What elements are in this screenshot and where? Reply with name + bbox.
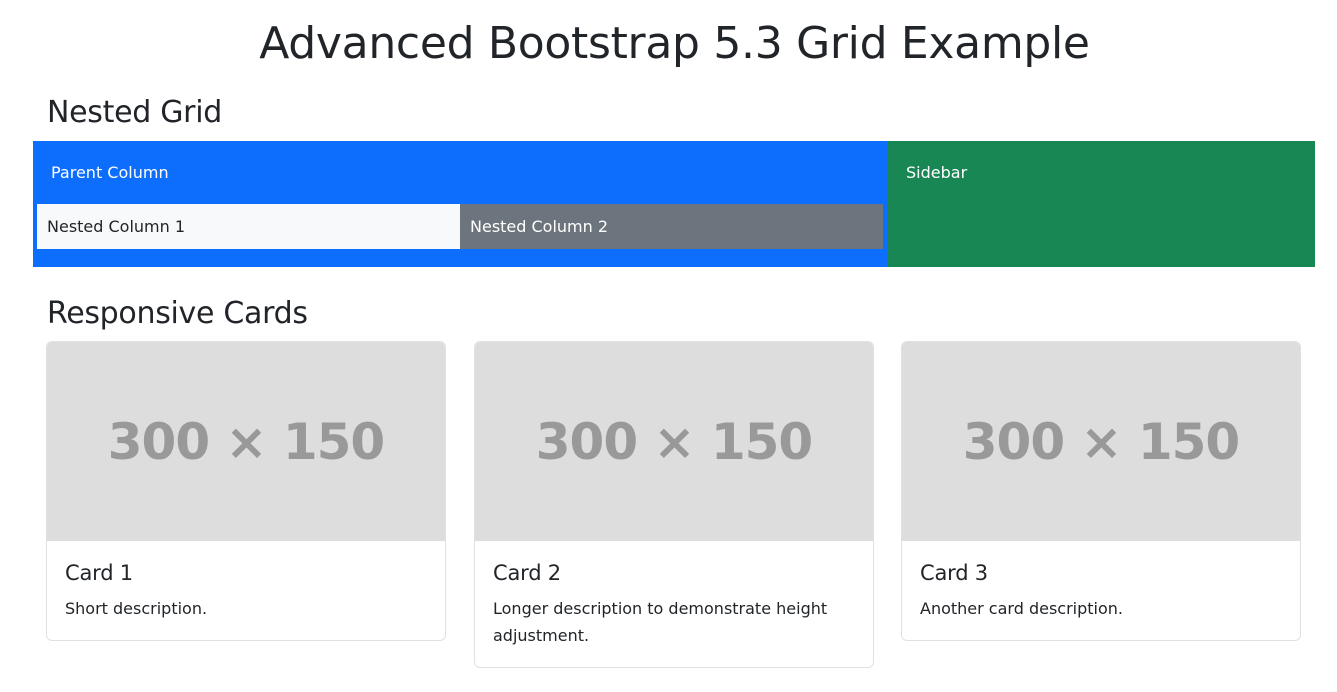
card-title: Card 3 xyxy=(920,561,988,585)
card-image-placeholder: 300 × 150 xyxy=(475,342,873,541)
card-body: Card 3 Another card description. xyxy=(902,541,1300,622)
sidebar: Sidebar xyxy=(888,141,1315,267)
nested-column-2: Nested Column 2 xyxy=(460,204,883,249)
card-text: Another card description. xyxy=(920,599,1123,618)
nested-column-1: Nested Column 1 xyxy=(37,204,460,249)
parent-column-label: Parent Column xyxy=(51,163,169,182)
card-image-placeholder: 300 × 150 xyxy=(902,342,1300,541)
card-body: Card 2 Longer description to demonstrate… xyxy=(475,541,873,649)
parent-column: Parent Column Nested Column 1 Nested Col… xyxy=(33,141,888,267)
card-title: Card 1 xyxy=(65,561,133,585)
responsive-cards-heading: Responsive Cards xyxy=(47,296,308,331)
card-title: Card 2 xyxy=(493,561,561,585)
card-body: Card 1 Short description. xyxy=(47,541,445,622)
card-image-placeholder: 300 × 150 xyxy=(47,342,445,541)
page-title: Advanced Bootstrap 5.3 Grid Example xyxy=(259,18,1090,69)
card: 300 × 150 Card 1 Short description. xyxy=(46,341,446,641)
card-text: Short description. xyxy=(65,599,208,618)
sidebar-label: Sidebar xyxy=(906,163,968,182)
card-text: Longer description to demonstrate height… xyxy=(493,599,828,645)
card: 300 × 150 Card 3 Another card descriptio… xyxy=(901,341,1301,641)
card: 300 × 150 Card 2 Longer description to d… xyxy=(474,341,874,668)
nested-grid-heading: Nested Grid xyxy=(47,95,222,130)
nested-row: Nested Column 1 Nested Column 2 xyxy=(37,204,883,249)
